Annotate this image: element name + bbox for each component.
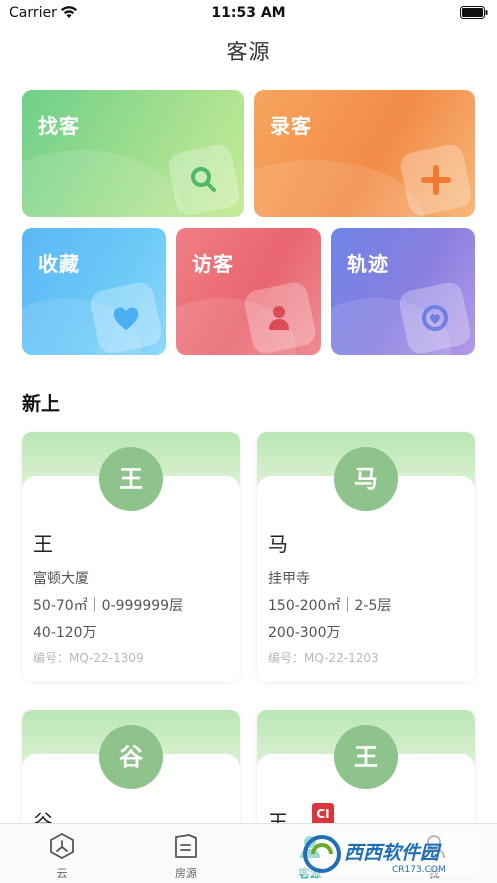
tile-decoration	[254, 160, 424, 217]
status-bar: Carrier 11:53 AM	[0, 0, 497, 26]
search-icon	[166, 142, 242, 217]
tab-cloud[interactable]: 云	[0, 824, 124, 883]
customer-card[interactable]: 王 王 富顿大厦 50-70㎡｜0-999999层 40-120万 编号：MQ-…	[22, 432, 240, 682]
target-icon	[397, 280, 473, 355]
tab-label: 房源	[175, 867, 197, 880]
customer-code: 编号：MQ-22-1309	[33, 651, 144, 665]
find-customer-tile[interactable]: 找客	[22, 90, 244, 217]
price-range: 40-120万	[33, 625, 97, 641]
page-title: 客源	[226, 40, 271, 64]
avatar: 谷	[99, 725, 163, 789]
person-icon	[242, 280, 318, 355]
avatar: 王	[99, 447, 163, 511]
tab-listings[interactable]: 房源	[124, 824, 248, 883]
cloud-hex-icon	[50, 832, 74, 860]
visitors-label: 访客	[192, 252, 234, 276]
customer-card[interactable]: 马 马 挂甲寺 150-200㎡｜2-5层 200-300万 编号：MQ-22-…	[257, 432, 475, 682]
section-title: 新上	[22, 393, 61, 415]
price-range: 200-300万	[268, 625, 341, 641]
svg-text:西西软件园: 西西软件园	[344, 842, 442, 864]
customer-name: 王	[33, 532, 53, 556]
area-floor-spec: 50-70㎡｜0-999999层	[33, 598, 184, 614]
avatar: 王	[334, 725, 398, 789]
plus-icon	[398, 142, 474, 217]
find-customer-label: 找客	[38, 114, 80, 138]
status-badge: CI	[312, 803, 334, 825]
favorites-tile[interactable]: 收藏	[22, 228, 166, 355]
tile-decoration	[22, 150, 182, 217]
house-doc-icon	[175, 834, 197, 858]
svg-text:CR173.COM: CR173.COM	[392, 865, 446, 875]
avatar: 马	[334, 447, 398, 511]
customer-code: 编号：MQ-22-1203	[268, 651, 379, 665]
add-customer-label: 录客	[270, 114, 312, 138]
building-name: 挂甲寺	[268, 571, 310, 587]
favorites-label: 收藏	[38, 252, 80, 276]
visitors-tile[interactable]: 访客	[176, 228, 321, 355]
track-label: 轨迹	[347, 252, 389, 276]
status-time: 11:53 AM	[211, 5, 286, 21]
area-floor-spec: 150-200㎡｜2-5层	[268, 598, 392, 614]
tab-label: 云	[56, 867, 68, 880]
heart-icon	[88, 280, 164, 355]
watermark-logo: 西西软件园 CR173.COM	[300, 832, 478, 876]
building-name: 富顿大厦	[33, 571, 89, 587]
customer-name: 马	[268, 532, 288, 556]
battery-icon	[460, 6, 488, 19]
track-tile[interactable]: 轨迹	[331, 228, 475, 355]
add-customer-tile[interactable]: 录客	[254, 90, 475, 217]
